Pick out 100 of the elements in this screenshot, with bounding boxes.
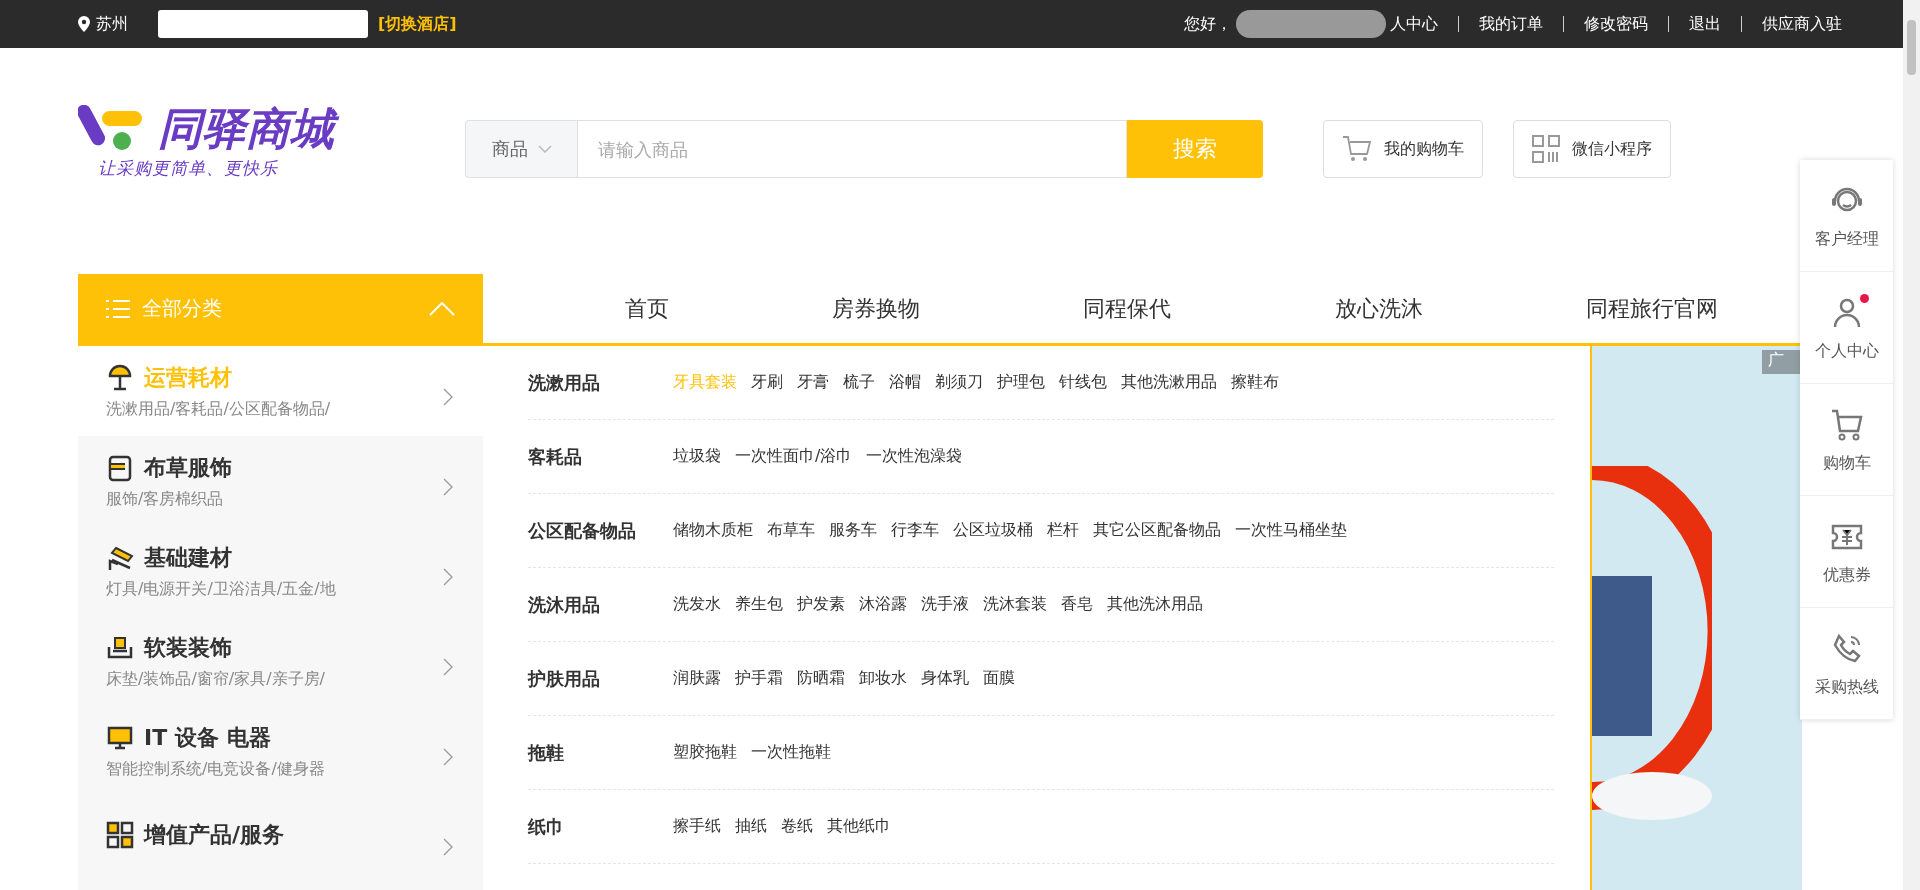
subcategory-link[interactable]: 布草车 [767, 520, 815, 541]
top-link[interactable]: 我的订单 [1479, 13, 1543, 35]
subcategory-link[interactable]: 针线包 [1059, 372, 1107, 393]
subcategory-label: 公区配备物品 [528, 518, 637, 543]
category-title: 增值产品/服务 [144, 821, 285, 849]
list-icon [106, 298, 130, 319]
top-link[interactable]: 退出 [1689, 13, 1721, 35]
side-panel-item[interactable]: 购物车 [1800, 384, 1893, 496]
category-title: 软装装饰 [144, 634, 232, 663]
subcategory-link[interactable]: 香皂 [1061, 594, 1093, 615]
nav-link[interactable]: 首页 [624, 293, 669, 324]
chevron-right-icon [443, 838, 453, 856]
subcategory-link[interactable]: 其他洗沐用品 [1107, 594, 1203, 615]
subcategory-label: 护肤用品 [528, 666, 601, 691]
subcategory-link[interactable]: 一次性泡澡袋 [866, 446, 963, 467]
subcategory-label: 洗沐用品 [528, 592, 601, 617]
category-title: 布草服饰 [144, 454, 232, 483]
search-field[interactable]: 请输入商品 [577, 120, 1127, 178]
subcategory-link[interactable]: 一次性面巾/浴巾 [735, 446, 853, 467]
category-item[interactable]: IT 设备 电器 智能控制系统/电竞设备/健身器 [78, 706, 483, 796]
nav-link[interactable]: 放心洗沐 [1334, 293, 1423, 324]
category-item[interactable]: 增值产品/服务 [78, 796, 483, 886]
nav-link[interactable]: 同程旅行官网 [1586, 293, 1719, 324]
subcategory-link[interactable]: 身体乳 [921, 668, 969, 689]
subcategory-link[interactable]: 行李车 [891, 520, 939, 541]
side-panel-item[interactable]: 优惠券 [1800, 496, 1893, 608]
subcategory-link[interactable]: 一次性拖鞋 [751, 742, 831, 763]
category-item[interactable]: 运营耗材 洗漱用品/客耗品/公区配备物品/ [78, 346, 483, 436]
side-panel-item[interactable]: 个人中心 [1800, 272, 1893, 384]
subcategory-label: 客耗品 [528, 444, 583, 469]
subcategory-link[interactable]: 公区垃圾桶 [953, 520, 1033, 541]
subcategory-link[interactable]: 卷纸 [781, 816, 813, 837]
subcategory-link[interactable]: 洗手液 [921, 594, 969, 615]
subcategory-link[interactable]: 卸妆水 [859, 668, 907, 689]
ad-tag: 广 [1762, 350, 1802, 374]
category-item[interactable]: 软装装饰 床垫/装饰品/窗帘/家具/亲子房/ [78, 616, 483, 706]
side-panel-item[interactable]: 采购热线 [1800, 608, 1893, 720]
subcategory-link[interactable]: 牙膏 [797, 372, 829, 393]
book-icon [106, 454, 134, 483]
subcategory-link[interactable]: 浴帽 [889, 372, 921, 393]
grid-icon [106, 821, 134, 849]
qr-code-icon [1532, 135, 1560, 163]
subcategory-link[interactable]: 梳子 [843, 372, 875, 393]
subcategory-link[interactable]: 其它公区配备物品 [1093, 520, 1221, 541]
chevron-down-icon [537, 145, 552, 153]
chevron-right-icon [443, 478, 453, 496]
city-label: 苏州 [96, 13, 128, 35]
category-subtitle: 洗漱用品/客耗品/公区配备物品/ [106, 399, 332, 421]
subcategory-link[interactable]: 牙刷 [751, 372, 783, 393]
location-pin-icon [78, 16, 90, 32]
switch-hotel-link[interactable]: [切换酒店] [378, 13, 457, 35]
subcategory-link[interactable]: 防晒霜 [797, 668, 845, 689]
subcategory-label: 纸巾 [528, 814, 565, 839]
subcategory-link[interactable]: 抽纸 [735, 816, 767, 837]
subcategory-link[interactable]: 擦手纸 [673, 816, 721, 837]
category-item[interactable]: 基础建材 灯具/电源开关/卫浴洁具/五金/地 [78, 526, 483, 616]
subcategory-link[interactable]: 储物木质柜 [673, 520, 753, 541]
side-panel-item[interactable]: 客户经理 [1800, 160, 1893, 272]
greeting-text: 您好， [1184, 13, 1232, 35]
cart-button[interactable]: 我的购物车 [1323, 120, 1483, 178]
subcategory-link[interactable]: 养生包 [735, 594, 783, 615]
chevron-right-icon [443, 388, 453, 406]
subcategory-link[interactable]: 面膜 [983, 668, 1015, 689]
top-link[interactable]: 供应商入驻 [1762, 13, 1842, 35]
category-title: IT 设备 电器 [144, 724, 271, 753]
category-item[interactable]: 布草服饰 服饰/客房棉织品 [78, 436, 483, 526]
subcategory-link[interactable]: 擦鞋布 [1231, 372, 1279, 393]
lamp-icon [106, 364, 134, 393]
top-link[interactable]: 修改密码 [1584, 13, 1648, 35]
subcategory-link[interactable]: 一次性马桶坐垫 [1235, 520, 1347, 541]
mini-program-button[interactable]: 微信小程序 [1513, 120, 1671, 178]
subcategory-link[interactable]: 塑胶拖鞋 [673, 742, 737, 763]
subcategory-link[interactable]: 垃圾袋 [673, 446, 721, 467]
subcategory-link[interactable]: 其他纸巾 [827, 816, 891, 837]
chevron-right-icon [443, 748, 453, 766]
category-title: 运营耗材 [144, 364, 232, 393]
nav-link[interactable]: 房券换物 [832, 293, 921, 324]
subcategory-link[interactable]: 剃须刀 [935, 372, 983, 393]
subcategory-link[interactable]: 洗沐套装 [983, 594, 1047, 615]
subcategory-link[interactable]: 沐浴露 [859, 594, 907, 615]
subcategory-link[interactable]: 服务车 [829, 520, 877, 541]
logo-icon [78, 104, 144, 153]
subcategory-link[interactable]: 栏杆 [1047, 520, 1079, 541]
top-link[interactable]: 人中心 [1390, 13, 1438, 35]
subcategory-label: 洗漱用品 [528, 370, 601, 395]
subcategory-link[interactable]: 洗发水 [673, 594, 721, 615]
logo-text: 同驿商城 [154, 100, 344, 158]
subcategory-link[interactable]: 护理包 [997, 372, 1045, 393]
nav-link[interactable]: 同程保代 [1083, 293, 1172, 324]
category-subtitle: 床垫/装饰品/窗帘/家具/亲子房/ [106, 669, 326, 691]
category-subtitle: 服饰/客房棉织品 [106, 489, 225, 511]
cart-icon [1342, 135, 1372, 163]
subcategory-link[interactable]: 其他洗漱用品 [1121, 372, 1217, 393]
subcategory-label: 拖鞋 [528, 740, 565, 765]
subcategory-link[interactable]: 润肤露 [673, 668, 721, 689]
subcategory-link[interactable]: 护发素 [797, 594, 845, 615]
chevron-right-icon [443, 658, 453, 676]
scrollbar[interactable] [1903, 0, 1920, 890]
search-scope-dropdown[interactable]: 商品 [465, 120, 577, 178]
subcategory-link[interactable]: 护手霜 [735, 668, 783, 689]
